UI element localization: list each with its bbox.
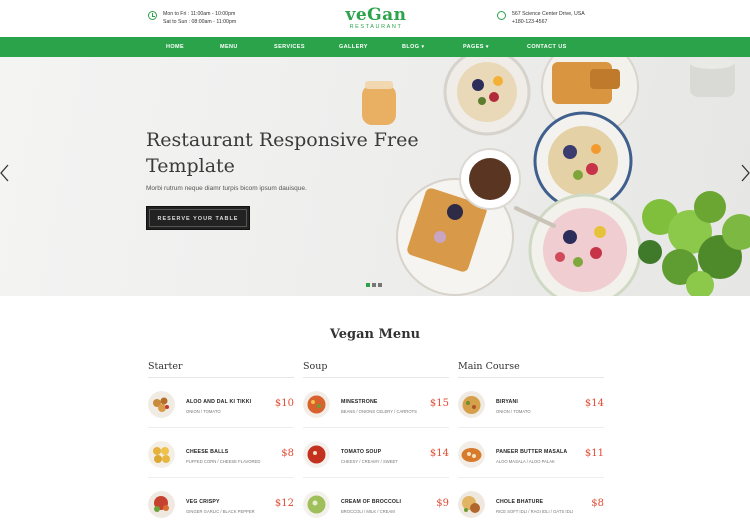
- menu-column-starter: Starter ALOO AND DAL KI TIKKI ONION / TO…: [148, 361, 294, 528]
- nav-item-pages[interactable]: PAGES ▾: [463, 37, 489, 57]
- dish-thumbnail: [148, 441, 175, 468]
- dish-name: ALOO AND DAL KI TIKKI: [186, 399, 252, 405]
- slider-prev-button[interactable]: [0, 164, 10, 182]
- location-icon: [497, 11, 506, 20]
- menu-item[interactable]: PANEER BUTTER MASALA ALOO MASALA / ALOO …: [458, 428, 604, 478]
- hero-tagline: Morbi rutrum neque diamr turpis bicom ip…: [146, 185, 307, 192]
- slider-next-button[interactable]: [740, 164, 750, 182]
- dish-name: VEG CRISPY: [186, 499, 220, 505]
- nav-label: SERVICES: [274, 44, 305, 50]
- dish-name: CREAM OF BROCCOLI: [341, 499, 402, 505]
- hero-slider: Restaurant Responsive Free Template Morb…: [0, 57, 750, 296]
- dish-thumbnail: [458, 391, 485, 418]
- menu-column-soup: Soup MINESTRONE BEANS / ONIONS CELERY / …: [303, 361, 449, 528]
- nav-label: CONTACT US: [527, 44, 567, 50]
- dish-name: MINESTRONE: [341, 399, 378, 405]
- nav-label: HOME: [166, 44, 185, 50]
- dish-thumbnail: [148, 391, 175, 418]
- dish-thumbnail: [458, 441, 485, 468]
- dish-name: PANEER BUTTER MASALA: [496, 449, 568, 455]
- reserve-table-button[interactable]: RESERVE YOUR TABLE: [146, 206, 250, 230]
- dish-description: BEANS / ONIONS CELERY / CARROTS: [341, 409, 417, 414]
- dish-thumbnail: [148, 491, 175, 518]
- dish-name: TOMATO SOUP: [341, 449, 382, 455]
- slider-dot[interactable]: [366, 283, 370, 287]
- menu-item[interactable]: CREAM OF BROCCOLI BROCCOLI / MILK / CREA…: [303, 478, 449, 528]
- contact-address: 567 Science Center Drive, USA: [512, 11, 585, 17]
- slider-dot[interactable]: [378, 283, 382, 287]
- menu-column-heading: Starter: [148, 361, 294, 378]
- nav-item-services[interactable]: SERVICES: [274, 37, 305, 57]
- chevron-down-icon: ▾: [421, 44, 425, 50]
- contact-info: 567 Science Center Drive, USA +180-123-4…: [497, 10, 585, 26]
- menu-column-heading: Main Course: [458, 361, 604, 378]
- dish-description: ALOO MASALA / ALOO PALAK: [496, 459, 555, 464]
- dish-price: $14: [429, 448, 449, 459]
- dish-description: ONION / TOMATO: [496, 409, 531, 414]
- dish-price: $8: [591, 498, 604, 509]
- dish-name: CHEESE BALLS: [186, 449, 229, 455]
- menu-item[interactable]: TOMATO SOUP CHEESY / CREAMY / SWEET $14: [303, 428, 449, 478]
- dish-description: CHEESY / CREAMY / SWEET: [341, 459, 398, 464]
- chevron-right-icon: [741, 164, 750, 182]
- hours-weekend: Sat to Sun : 08:00am - 11:00pm: [163, 19, 237, 25]
- hours-weekday: Mon to Fri : 11:00am - 10:00pm: [163, 11, 236, 17]
- dish-description: BROCCOLI / MILK / CREAM: [341, 509, 395, 514]
- dish-description: GINGER GARLIC / BLACK PEPPER: [186, 509, 255, 514]
- nav-label: PAGES: [463, 44, 484, 50]
- opening-hours: Mon to Fri : 11:00am - 10:00pm Sat to Su…: [148, 10, 236, 26]
- menu-column-main-course: Main Course BIRYANI ONION / TOMATO $14 P…: [458, 361, 604, 528]
- chevron-down-icon: ▾: [485, 44, 489, 50]
- dish-price: $12: [274, 498, 294, 509]
- dish-price: $9: [436, 498, 449, 509]
- menu-column-heading: Soup: [303, 361, 449, 378]
- dish-price: $11: [584, 448, 604, 459]
- brand-subtitle: RESTAURANT: [349, 24, 403, 30]
- chevron-left-icon: [0, 164, 9, 182]
- dish-thumbnail: [458, 491, 485, 518]
- dish-price: $8: [281, 448, 294, 459]
- dish-price: $14: [584, 398, 604, 409]
- clock-icon: [148, 11, 157, 20]
- menu-item[interactable]: MINESTRONE BEANS / ONIONS CELERY / CARRO…: [303, 378, 449, 428]
- dish-thumbnail: [303, 491, 330, 518]
- dish-name: CHOLE BHATURE: [496, 499, 544, 505]
- top-info-bar: Mon to Fri : 11:00am - 10:00pm Sat to Su…: [0, 0, 750, 37]
- dish-thumbnail: [303, 391, 330, 418]
- dish-description: ONION / TOMATO: [186, 409, 221, 414]
- nav-item-blog[interactable]: BLOG ▾: [402, 37, 424, 57]
- menu-item[interactable]: CHEESE BALLS PUFFED CORN / CHEESE FLAVOR…: [148, 428, 294, 478]
- dish-thumbnail: [303, 441, 330, 468]
- menu-item[interactable]: VEG CRISPY GINGER GARLIC / BLACK PEPPER …: [148, 478, 294, 528]
- nav-label: BLOG: [402, 44, 420, 50]
- contact-phone[interactable]: +180-123-4567: [512, 18, 585, 26]
- dish-name: BIRYANI: [496, 399, 519, 405]
- slider-dots: [366, 283, 382, 287]
- brand-logo[interactable]: veGan RESTAURANT: [336, 6, 416, 31]
- menu-section-title: Vegan Menu: [329, 327, 421, 342]
- nav-item-gallery[interactable]: GALLERY: [339, 37, 368, 57]
- dish-price: $10: [274, 398, 294, 409]
- nav-label: MENU: [220, 44, 238, 50]
- nav-item-menu[interactable]: MENU: [220, 37, 238, 57]
- hero-title: Restaurant Responsive Free Template: [146, 129, 419, 177]
- main-nav: HOME MENU SERVICES GALLERY BLOG ▾ PAGES ▾ …: [0, 37, 750, 57]
- dish-description: PUFFED CORN / CHEESE FLAVORED: [186, 459, 261, 464]
- dish-price: $15: [429, 398, 449, 409]
- menu-item[interactable]: CHOLE BHATURE RICE SOFT IDLI / RAGI IDLI…: [458, 478, 604, 528]
- slider-dot[interactable]: [372, 283, 376, 287]
- brand-name: veGan: [345, 5, 407, 25]
- dish-description: RICE SOFT IDLI / RAGI IDLI / OATS IDLI: [496, 509, 574, 514]
- menu-item[interactable]: ALOO AND DAL KI TIKKI ONION / TOMATO $10: [148, 378, 294, 428]
- menu-item[interactable]: BIRYANI ONION / TOMATO $14: [458, 378, 604, 428]
- nav-label: GALLERY: [339, 44, 368, 50]
- nav-item-home[interactable]: HOME: [166, 37, 184, 57]
- nav-item-contact[interactable]: CONTACT US: [527, 37, 567, 57]
